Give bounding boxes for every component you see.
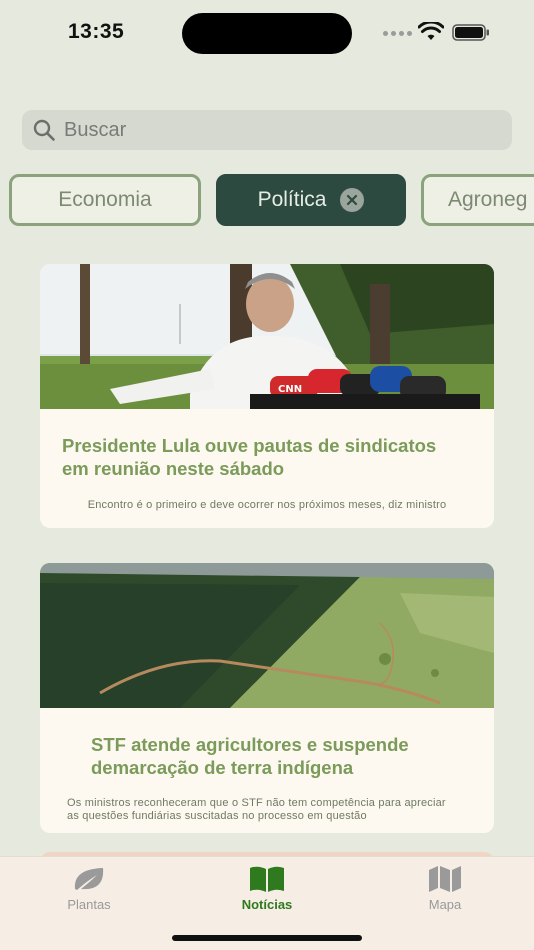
article-subtitle: Os ministros reconheceram que o STF não …	[67, 797, 487, 823]
article-title: Presidente Lula ouve pautas de sindicato…	[62, 434, 482, 480]
book-icon	[250, 866, 284, 892]
wifi-icon	[418, 22, 444, 40]
status-bar: 13:35	[0, 0, 534, 64]
article-title: STF atende agricultores e suspende demar…	[91, 733, 471, 779]
article-title-line: demarcação de terra indígena	[91, 757, 354, 778]
chip-agronegocio[interactable]: Agroneg	[421, 174, 534, 226]
article-title-line: em reunião neste sábado	[62, 458, 285, 479]
article-image: CNN	[40, 264, 494, 409]
close-icon[interactable]	[340, 188, 365, 212]
tab-mapa[interactable]: Mapa	[390, 865, 500, 912]
search-bar[interactable]	[22, 110, 512, 150]
article-image	[40, 563, 494, 708]
tab-label: Mapa	[428, 897, 462, 912]
svg-text:CNN: CNN	[278, 384, 302, 395]
dynamic-island	[182, 13, 352, 54]
chip-label: Política	[257, 188, 327, 211]
tab-noticias[interactable]: Notícias	[212, 865, 322, 912]
search-icon	[32, 117, 58, 143]
chip-label: Agroneg	[448, 188, 528, 211]
chip-politica[interactable]: Política	[216, 174, 406, 226]
chip-label: Economia	[58, 188, 152, 211]
tab-plantas[interactable]: Plantas	[34, 865, 144, 912]
map-icon	[429, 866, 461, 892]
news-card[interactable]: CNN Presidente Lula ouve pautas de sindi…	[40, 264, 494, 528]
aerial-forest-photo	[40, 563, 494, 708]
search-input[interactable]	[64, 118, 484, 142]
cellular-signal-icon	[383, 31, 412, 36]
home-indicator[interactable]	[172, 935, 362, 941]
category-chips: Economia Política Agroneg	[0, 174, 534, 226]
battery-icon	[452, 24, 489, 41]
chip-economia[interactable]: Economia	[9, 174, 201, 226]
leaf-icon	[74, 868, 104, 890]
news-card[interactable]: STF atende agricultores e suspende demar…	[40, 563, 494, 833]
tab-label: Notícias	[241, 897, 293, 912]
article-title-line: Presidente Lula ouve pautas de sindicato…	[62, 435, 437, 456]
article-subtitle: Encontro é o primeiro e deve ocorrer nos…	[87, 499, 447, 511]
tab-label: Plantas	[67, 897, 111, 912]
article-subtitle-line: Os ministros reconheceram que o STF não …	[67, 797, 446, 809]
press-conference-photo: CNN	[40, 264, 494, 409]
article-subtitle-line: as questões fundiárias suscitadas no pro…	[67, 810, 367, 822]
article-title-line: STF atende agricultores e suspende	[91, 734, 409, 755]
status-time: 13:35	[68, 20, 125, 43]
